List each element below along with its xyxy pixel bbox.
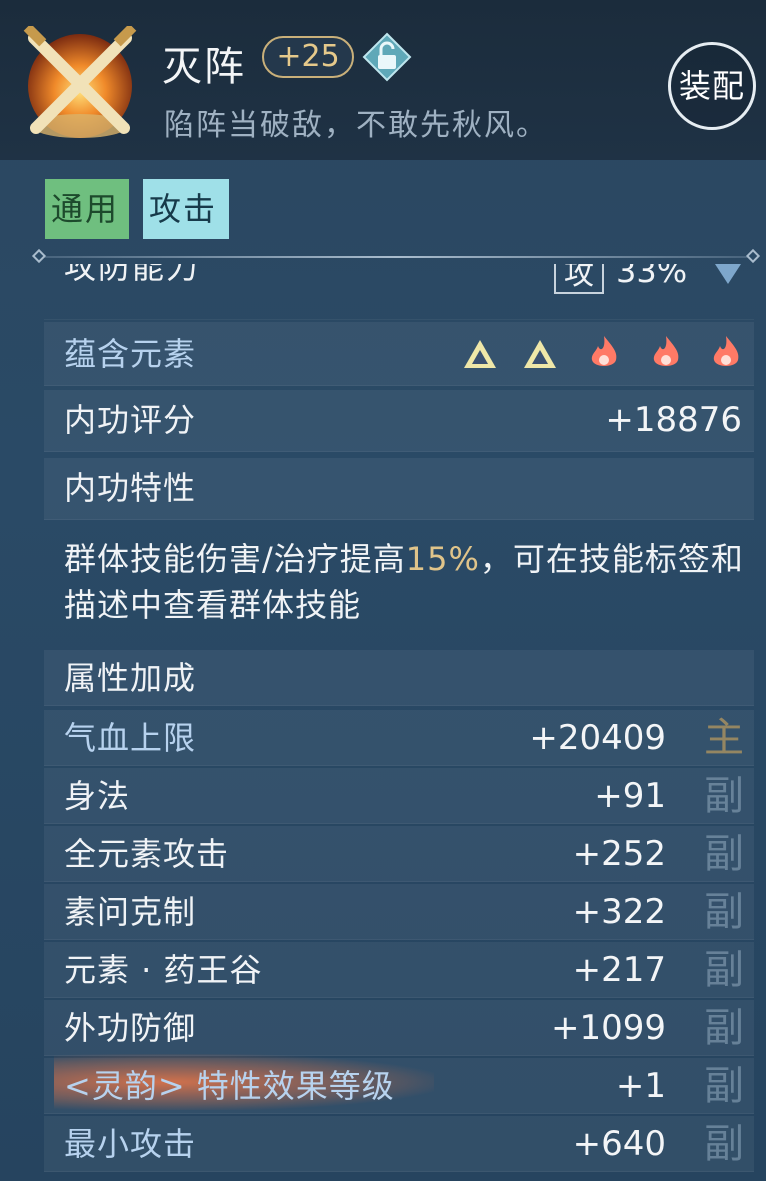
attack-percent: 33% xyxy=(616,264,688,290)
svg-text:?: ? xyxy=(722,264,734,270)
stat-row: 最小攻击 +640 副 xyxy=(44,1116,754,1172)
bonus-header-row: 属性加成 xyxy=(44,650,754,706)
stat-value: +1 xyxy=(615,1066,666,1106)
stat-label: 外功防御 xyxy=(64,1009,197,1047)
stat-label: 素问克制 xyxy=(64,893,197,931)
stat-value: +640 xyxy=(572,1124,666,1164)
tab-general[interactable]: 通用 xyxy=(45,179,129,239)
bonus-header: 属性加成 xyxy=(64,659,197,697)
stat-value: +20409 xyxy=(529,718,666,758)
section-divider xyxy=(31,248,761,264)
enhance-level-badge: +25 xyxy=(262,36,354,78)
stat-value: +217 xyxy=(572,950,666,990)
trait-label: 内功特性 xyxy=(64,469,197,507)
stat-tag-main: 主 xyxy=(704,715,744,761)
unlock-icon[interactable] xyxy=(362,32,412,82)
flame-element-icon xyxy=(653,336,679,366)
stat-row: 素问克制 +322 副 xyxy=(44,884,754,940)
stat-row: 全元素攻击 +252 副 xyxy=(44,826,754,882)
stat-tag-sub: 副 xyxy=(704,1005,744,1051)
stat-tag-sub: 副 xyxy=(704,831,744,877)
stat-value: +252 xyxy=(572,834,666,874)
trait-text-before: 群体技能伤害/治疗提高 xyxy=(64,540,406,578)
elements-row: 蕴含元素 xyxy=(44,322,754,386)
attack-defense-row: 攻防能力 攻 33% ? xyxy=(44,264,754,320)
attack-type-box: 攻 xyxy=(554,264,604,294)
item-title: 灭阵 xyxy=(162,44,246,90)
elements-label: 蕴含元素 xyxy=(64,335,197,373)
flame-element-icon xyxy=(713,336,739,366)
stat-label: 元素 · 药王谷 xyxy=(64,951,263,989)
stat-label: 气血上限 xyxy=(64,719,197,757)
attribute-list[interactable]: 攻防能力 攻 33% ? 蕴含元素 内功评分 +1887 xyxy=(44,264,754,1181)
stat-value: +91 xyxy=(594,776,666,816)
flavor-text: 陷阵当破敌，不敢先秋风。 xyxy=(164,108,548,143)
attack-defense-label: 攻防能力 xyxy=(64,264,201,286)
stat-tag-sub: 副 xyxy=(704,889,744,935)
crossed-swords-emblem-icon xyxy=(23,26,137,138)
item-header: 灭阵 +25 陷阵当破敌，不敢先秋风。 装配 xyxy=(0,0,766,160)
trait-header-row: 内功特性 xyxy=(44,458,754,520)
stat-label: 最小攻击 xyxy=(64,1125,197,1163)
flame-element-icon xyxy=(591,336,617,366)
stat-row: 身法 +91 副 xyxy=(44,768,754,824)
inner-score-value: +18876 xyxy=(605,400,742,440)
equip-button[interactable]: 装配 xyxy=(668,42,756,130)
stat-label: 身法 xyxy=(64,777,131,815)
stat-row: 外功防御 +1099 副 xyxy=(44,1000,754,1056)
stat-label: <灵韵> 特性效果等级 xyxy=(64,1067,395,1105)
stat-value: +322 xyxy=(572,892,666,932)
tab-attack[interactable]: 攻击 xyxy=(143,179,229,239)
stat-label: 全元素攻击 xyxy=(64,835,230,873)
stat-row: 气血上限 +20409 主 xyxy=(44,710,754,766)
help-icon[interactable]: ? xyxy=(702,264,754,292)
trait-description: 群体技能伤害/治疗提高15%，可在技能标签和描述中查看群体技能 xyxy=(64,536,744,628)
stat-tag-sub: 副 xyxy=(704,1063,744,1109)
inner-score-label: 内功评分 xyxy=(64,401,197,439)
stat-tag-sub: 副 xyxy=(704,947,744,993)
triangle-element-icon xyxy=(524,340,556,368)
trait-highlight: 15% xyxy=(405,540,480,578)
stat-tag-sub: 副 xyxy=(704,1121,744,1167)
triangle-element-icon xyxy=(464,340,496,368)
stat-row: <灵韵> 特性效果等级 +1 副 xyxy=(44,1058,754,1114)
stat-value: +1099 xyxy=(550,1008,666,1048)
stat-row: 元素 · 药王谷 +217 副 xyxy=(44,942,754,998)
stat-tag-sub: 副 xyxy=(704,773,744,819)
inner-score-row: 内功评分 +18876 xyxy=(44,390,754,452)
